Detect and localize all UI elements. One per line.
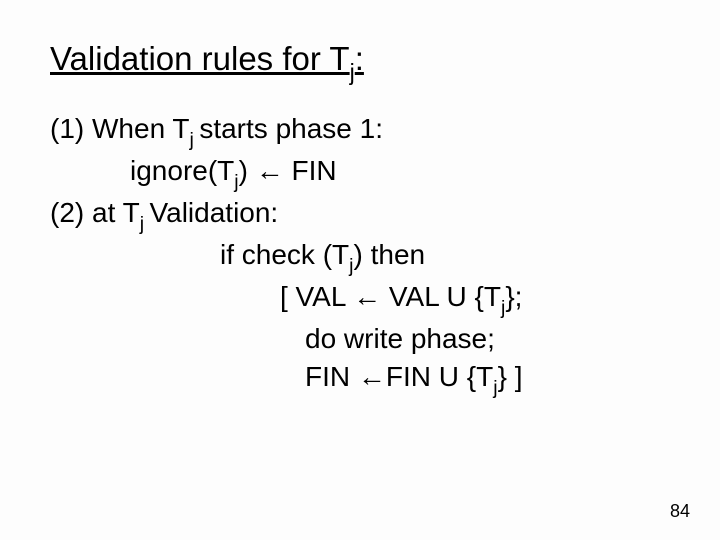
- rule-1-line: (1) When Tj starts phase 1:: [50, 110, 670, 152]
- line3-b: Validation:: [150, 197, 279, 228]
- line4-b: ) then: [354, 239, 426, 270]
- line5-sub: j: [501, 297, 505, 319]
- line3-a: (2) at T: [50, 197, 140, 228]
- rule-2-fin: FIN ←FIN U {Tj} ]: [50, 358, 670, 400]
- title-pre: Validation rules for T: [50, 40, 350, 77]
- page-number: 84: [670, 501, 690, 522]
- title-sub: j: [350, 59, 355, 85]
- line5-b: };: [505, 281, 522, 312]
- line7-sub: j: [493, 377, 497, 399]
- line1-b: starts phase 1:: [199, 113, 383, 144]
- line6: do write phase;: [305, 323, 495, 354]
- rule-2-val: [ VAL ← VAL U {Tj};: [50, 278, 670, 320]
- line3-sub: j: [140, 213, 150, 235]
- rule-2-write: do write phase;: [50, 320, 670, 358]
- line2-sub: j: [234, 171, 238, 193]
- line2-a: ignore(T: [130, 155, 234, 186]
- title-post: :: [355, 40, 364, 77]
- slide-title: Validation rules for Tj:: [50, 40, 670, 84]
- line7-b: } ]: [498, 361, 523, 392]
- rule-2-line: (2) at Tj Validation:: [50, 194, 670, 236]
- line4-a: if check (T: [220, 239, 349, 270]
- line1-sub: j: [190, 129, 200, 151]
- line4-sub: j: [349, 255, 353, 277]
- line7-a: FIN ←FIN U {T: [305, 361, 493, 392]
- rule-1-body: ignore(Tj) ← FIN: [50, 152, 670, 194]
- line5-a: [ VAL ← VAL U {T: [280, 281, 501, 312]
- rule-2-if: if check (Tj) then: [50, 236, 670, 278]
- slide-content: (1) When Tj starts phase 1: ignore(Tj) ←…: [50, 110, 670, 400]
- line1-a: (1) When T: [50, 113, 190, 144]
- line2-b: ) ← FIN: [239, 155, 337, 186]
